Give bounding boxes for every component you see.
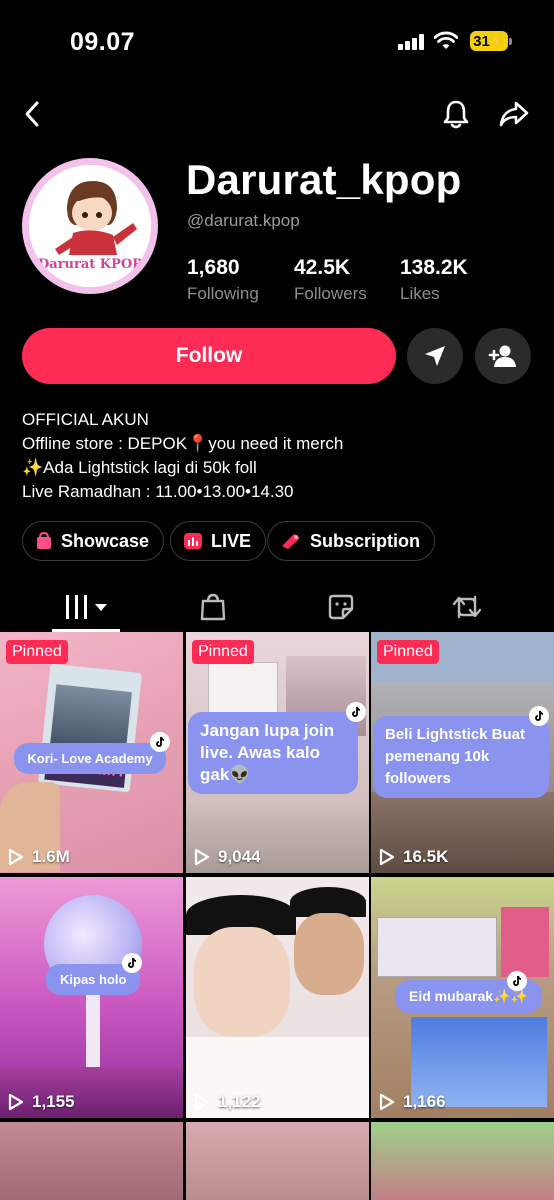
video-thumbnail[interactable]: Eid mubarak✨✨ 1,166 — [371, 877, 554, 1118]
wifi-icon — [434, 31, 458, 49]
subscription-chip[interactable]: Subscription — [267, 521, 436, 561]
live-chip[interactable]: LIVE — [170, 521, 267, 561]
battery-level: 31 — [473, 32, 490, 50]
face-image — [194, 927, 290, 1037]
bio-line: ✨Ada Lightstick lagi di 50k foll — [22, 458, 257, 477]
status-time: 09.07 — [70, 28, 136, 56]
video-thumbnail[interactable]: ACADEMY Pinned Kori- Love Academy 1.6M — [0, 632, 183, 873]
battery-icon: 31 ⚡ — [470, 31, 512, 51]
caption-overlay: Kori- Love Academy — [14, 743, 166, 774]
caption-overlay: Beli Lightstick Buat pemenang 10k follow… — [373, 716, 549, 798]
view-count-text: 16.5K — [403, 847, 449, 866]
chevron-left-icon — [25, 101, 39, 127]
pinned-badge: Pinned — [6, 640, 68, 664]
tab-reposts[interactable] — [398, 583, 536, 631]
poster-image — [501, 907, 549, 977]
play-icon — [379, 848, 395, 866]
view-count: 1,122 — [194, 1092, 261, 1112]
showcase-chip[interactable]: Showcase — [22, 521, 165, 561]
tiktok-logo-icon — [346, 702, 366, 722]
share-icon — [499, 101, 529, 127]
message-button[interactable] — [407, 328, 463, 384]
view-count-text: 1,166 — [403, 1092, 446, 1111]
chip-label: Showcase — [61, 530, 150, 551]
video-thumbnail[interactable]: 1,122 — [186, 877, 369, 1118]
stat-followers[interactable]: 42.5K Followers — [294, 256, 367, 304]
pinned-badge: Pinned — [192, 640, 254, 664]
add-friend-button[interactable] — [475, 328, 531, 384]
video-thumbnail[interactable]: Pinned Beli Lightstick Buat pemenang 10k… — [371, 632, 554, 873]
cellular-signal-icon — [398, 34, 426, 50]
view-count: 1.6M — [8, 847, 70, 867]
tiktok-logo-icon — [507, 971, 527, 991]
avatar-logo-text: Darurat KPOP — [38, 257, 142, 272]
bell-icon — [443, 100, 469, 129]
view-count: 16.5K — [379, 847, 448, 867]
view-count-text: 9,044 — [218, 847, 261, 866]
tab-shop[interactable] — [144, 583, 282, 631]
stat-label: Following — [187, 284, 259, 303]
share-button[interactable] — [496, 96, 532, 132]
grid-icon — [66, 595, 107, 619]
pinned-badge: Pinned — [377, 640, 439, 664]
tab-videos[interactable] — [18, 583, 156, 631]
view-count-text: 1,122 — [218, 1092, 261, 1111]
profile-bio: OFFICIAL AKUN Offline store : DEPOK📍you … — [22, 408, 343, 504]
view-count-text: 1,155 — [32, 1092, 75, 1111]
chip-label: Subscription — [310, 530, 421, 551]
sticker-icon — [328, 594, 354, 620]
album-display-image — [377, 917, 497, 977]
status-bar: 09.07 31 ⚡ — [0, 0, 554, 84]
notification-bell-button[interactable] — [438, 96, 474, 132]
back-button[interactable] — [14, 96, 50, 132]
stat-value: 1,680 — [187, 256, 240, 279]
subscription-icon — [282, 534, 300, 549]
play-icon — [8, 848, 24, 866]
repost-icon — [452, 595, 482, 619]
add-user-icon — [488, 345, 516, 367]
view-count-text: 1.6M — [32, 847, 70, 866]
avatar[interactable]: Darurat KPOP — [22, 158, 158, 294]
shopping-bag-icon — [37, 532, 51, 549]
stat-value: 138.2K — [400, 256, 468, 279]
play-icon — [194, 848, 210, 866]
view-count: 9,044 — [194, 847, 261, 867]
stat-label: Likes — [400, 284, 440, 303]
tiktok-logo-icon — [529, 706, 549, 726]
bag-icon — [200, 593, 226, 621]
video-thumbnail[interactable]: Kipas holo 1,155 — [0, 877, 183, 1118]
live-icon — [184, 533, 202, 549]
view-count: 1,166 — [379, 1092, 446, 1112]
send-icon — [425, 346, 445, 366]
follow-button[interactable]: Follow — [22, 328, 396, 384]
stat-following[interactable]: 1,680 Following — [187, 256, 259, 304]
stat-label: Followers — [294, 284, 367, 303]
stat-value: 42.5K — [294, 256, 351, 279]
caption-overlay: Jangan lupa join live. Awas kalo gak👽 — [188, 712, 358, 794]
video-thumbnail[interactable] — [0, 1122, 183, 1200]
tiktok-logo-icon — [150, 732, 170, 752]
profile-tabs — [0, 583, 554, 633]
profile-username: Darurat_kpop — [186, 156, 462, 203]
tiktok-logo-icon — [122, 953, 142, 973]
play-icon — [194, 1093, 210, 1111]
play-icon — [8, 1093, 24, 1111]
face-image — [294, 913, 364, 995]
video-thumbnail[interactable] — [186, 1122, 369, 1200]
view-count: 1,155 — [8, 1092, 75, 1112]
bio-line: OFFICIAL AKUN — [22, 410, 149, 429]
video-thumbnail[interactable] — [371, 1122, 554, 1200]
video-thumbnail[interactable]: Pinned Jangan lupa join live. Awas kalo … — [186, 632, 369, 873]
play-icon — [379, 1093, 395, 1111]
bio-line: Live Ramadhan : 11.00•13.00•14.30 — [22, 482, 294, 501]
tab-favorites[interactable] — [272, 583, 410, 631]
stat-likes[interactable]: 138.2K Likes — [400, 256, 468, 304]
profile-handle: @darurat.kpop — [187, 211, 300, 230]
bio-line: Offline store : DEPOK📍you need it merch — [22, 434, 344, 453]
chip-label: LIVE — [211, 530, 252, 551]
fan-handle-image — [86, 991, 100, 1071]
